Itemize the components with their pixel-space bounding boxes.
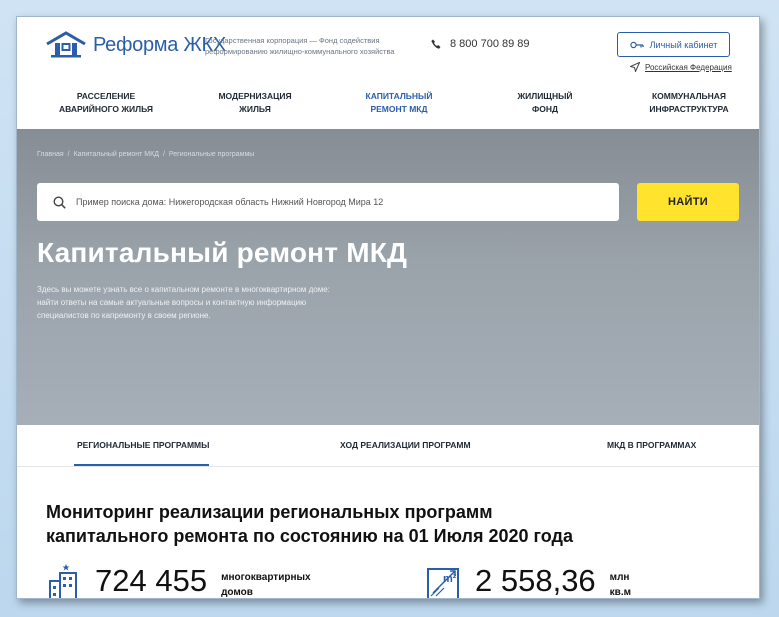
phone-icon bbox=[431, 39, 441, 49]
search-input[interactable] bbox=[76, 197, 596, 207]
location-arrow-icon bbox=[630, 62, 640, 72]
stat-area-unit: млн кв.м bbox=[609, 572, 631, 598]
hotline-phone[interactable]: 8 800 700 89 89 bbox=[431, 38, 530, 50]
square-meters-icon: m² bbox=[427, 568, 459, 598]
nav-item-emergency-housing[interactable]: РАССЕЛЕНИЕ АВАРИЙНОГО ЖИЛЬЯ bbox=[51, 90, 161, 116]
section-tabs: РЕГИОНАЛЬНЫЕ ПРОГРАММЫ ХОД РЕАЛИЗАЦИИ ПР… bbox=[17, 425, 759, 467]
svg-text:m²: m² bbox=[443, 573, 457, 585]
nav-item-housing-stock[interactable]: ЖИЛИЩНЫЙ ФОНД bbox=[495, 90, 595, 116]
breadcrumb: Главная / Капитальный ремонт МКД / Региональ… bbox=[37, 151, 255, 158]
site-header: Реформа ЖКХ Государственная корпорация —… bbox=[17, 17, 759, 129]
stat-apartment-buildings: 724 455 многоквартирных домов bbox=[47, 563, 311, 598]
apartment-building-icon bbox=[49, 564, 77, 598]
stat-buildings-value: 724 455 bbox=[95, 563, 208, 598]
breadcrumb-current: Региональные программы bbox=[168, 151, 255, 158]
personal-account-label: Личный кабинет bbox=[649, 39, 718, 50]
house-logo-icon bbox=[46, 31, 86, 58]
tab-program-progress[interactable]: ХОД РЕАЛИЗАЦИИ ПРОГРАММ bbox=[340, 440, 471, 450]
browser-page: Реформа ЖКХ Государственная корпорация —… bbox=[16, 16, 760, 599]
active-tab-indicator bbox=[74, 464, 209, 466]
stat-buildings-unit: многоквартирных домов bbox=[221, 572, 311, 598]
search-button[interactable]: НАЙТИ bbox=[637, 183, 739, 221]
region-label: Российская Федерация bbox=[645, 62, 732, 72]
page-description: Здесь вы можете узнать все о капитальном… bbox=[37, 285, 330, 320]
nav-item-utility-infrastructure[interactable]: КОММУНАЛЬНАЯ ИНФРАСТРУКТУРА bbox=[639, 90, 739, 116]
tab-regional-programs[interactable]: РЕГИОНАЛЬНЫЕ ПРОГРАММЫ bbox=[77, 440, 209, 450]
phone-number: 8 800 700 89 89 bbox=[450, 38, 530, 50]
main-navigation: РАССЕЛЕНИЕ АВАРИЙНОГО ЖИЛЬЯ МОДЕРНИЗАЦИЯ… bbox=[17, 90, 759, 120]
search-box bbox=[37, 183, 619, 221]
tab-buildings-in-programs[interactable]: МКД В ПРОГРАММАХ bbox=[607, 440, 696, 450]
monitoring-heading: Мониторинг реализации региональных прогр… bbox=[46, 502, 573, 546]
hero-banner: Главная / Капитальный ремонт МКД / Региональ… bbox=[17, 129, 759, 425]
nav-item-housing-modernization[interactable]: МОДЕРНИЗАЦИЯ ЖИЛЬЯ bbox=[205, 90, 305, 116]
personal-account-button[interactable]: Личный кабинет bbox=[617, 32, 730, 57]
breadcrumb-capital-repair[interactable]: Капитальный ремонт МКД bbox=[74, 151, 159, 158]
nav-item-capital-repair[interactable]: КАПИТАЛЬНЫЙ РЕМОНТ МКД bbox=[349, 90, 449, 116]
corporation-description: Государственная корпорация — Фонд содейс… bbox=[205, 36, 395, 56]
stat-area: m² 2 558,36 млн кв.м bbox=[425, 563, 631, 598]
page-title: Капитальный ремонт МКД bbox=[37, 237, 408, 268]
breadcrumb-home[interactable]: Главная bbox=[37, 151, 64, 158]
site-logo[interactable]: Реформа ЖКХ bbox=[45, 31, 226, 59]
region-selector[interactable]: Российская Федерация bbox=[630, 62, 732, 72]
search-icon bbox=[53, 195, 66, 209]
stat-area-value: 2 558,36 bbox=[475, 563, 596, 598]
key-icon bbox=[629, 41, 644, 48]
